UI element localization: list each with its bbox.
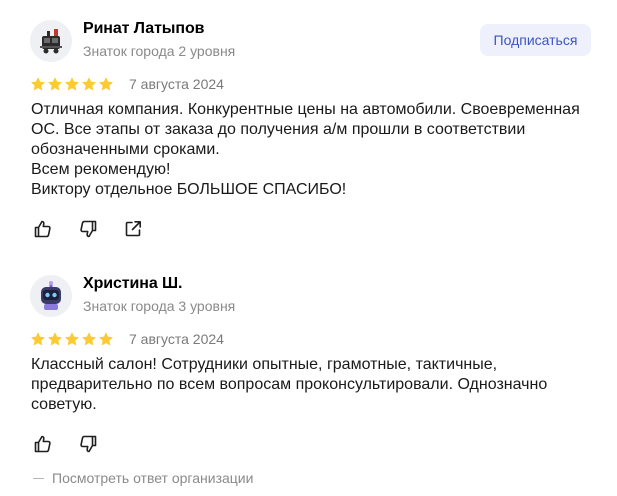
star-icon — [82, 77, 96, 91]
star-icon — [65, 77, 79, 91]
like-button[interactable] — [33, 219, 53, 239]
like-button[interactable] — [33, 434, 53, 454]
robot-train-icon — [30, 20, 72, 62]
star-icon — [65, 332, 79, 346]
review-text-line: Отличная компания. Конкурентные цены на … — [31, 101, 580, 118]
rating-row: 7 августа 2024 — [30, 331, 224, 347]
author-avatar[interactable] — [30, 20, 72, 62]
review-text-line: Всем рекомендую! — [31, 161, 171, 178]
robot-face-icon — [30, 275, 72, 317]
star-icon — [82, 332, 96, 346]
review-text-line: Классный салон! Сотрудники опытные, грам… — [31, 356, 498, 373]
org-reply-label: Посмотреть ответ организации — [52, 470, 254, 486]
rating-row: 7 августа 2024 — [30, 76, 224, 92]
author-name[interactable]: Ринат Латыпов — [83, 20, 204, 38]
star-icon — [31, 77, 45, 91]
review-text-line: ОС. Все этапы от заказа до получения а/м… — [31, 121, 526, 138]
star-rating — [30, 76, 114, 92]
star-icon — [48, 77, 62, 91]
review-text-line: предварительно по всем вопросам проконсу… — [31, 376, 548, 393]
review-text-line: советую. — [31, 396, 97, 413]
author-level: Знаток города 2 уровня — [83, 43, 236, 59]
review-actions — [33, 434, 98, 454]
dash-divider — [33, 477, 44, 479]
org-reply-link[interactable]: Посмотреть ответ организации — [33, 470, 253, 486]
review-text-line: Виктору отдельное БОЛЬШОЕ СПАСИБО! — [31, 181, 347, 198]
review-date: 7 августа 2024 — [129, 331, 224, 347]
thumbs-down-icon — [80, 220, 97, 238]
thumbs-down-icon — [80, 435, 97, 453]
review-date: 7 августа 2024 — [129, 76, 224, 92]
review-text-line: обозначенными сроками. — [31, 141, 220, 158]
share-icon — [125, 221, 141, 237]
author-name[interactable]: Христина Ш. — [83, 275, 182, 293]
star-rating — [30, 331, 114, 347]
star-icon — [99, 77, 113, 91]
star-icon — [48, 332, 62, 346]
review-text: Классный салон! Сотрудники опытные, грам… — [31, 355, 591, 415]
review-text: Отличная компания. Конкурентные цены на … — [31, 100, 591, 200]
review-actions — [33, 219, 143, 239]
subscribe-button[interactable]: Подписаться — [480, 24, 591, 56]
author-level: Знаток города 3 уровня — [83, 298, 236, 314]
dislike-button[interactable] — [78, 219, 98, 239]
thumbs-up-icon — [34, 435, 51, 453]
star-icon — [31, 332, 45, 346]
share-button[interactable] — [123, 219, 143, 239]
dislike-button[interactable] — [78, 434, 98, 454]
reviews-list: Ринат Латыпов Знаток города 2 уровня Под… — [0, 0, 617, 496]
author-avatar[interactable] — [30, 275, 72, 317]
star-icon — [99, 332, 113, 346]
thumbs-up-icon — [34, 220, 51, 238]
